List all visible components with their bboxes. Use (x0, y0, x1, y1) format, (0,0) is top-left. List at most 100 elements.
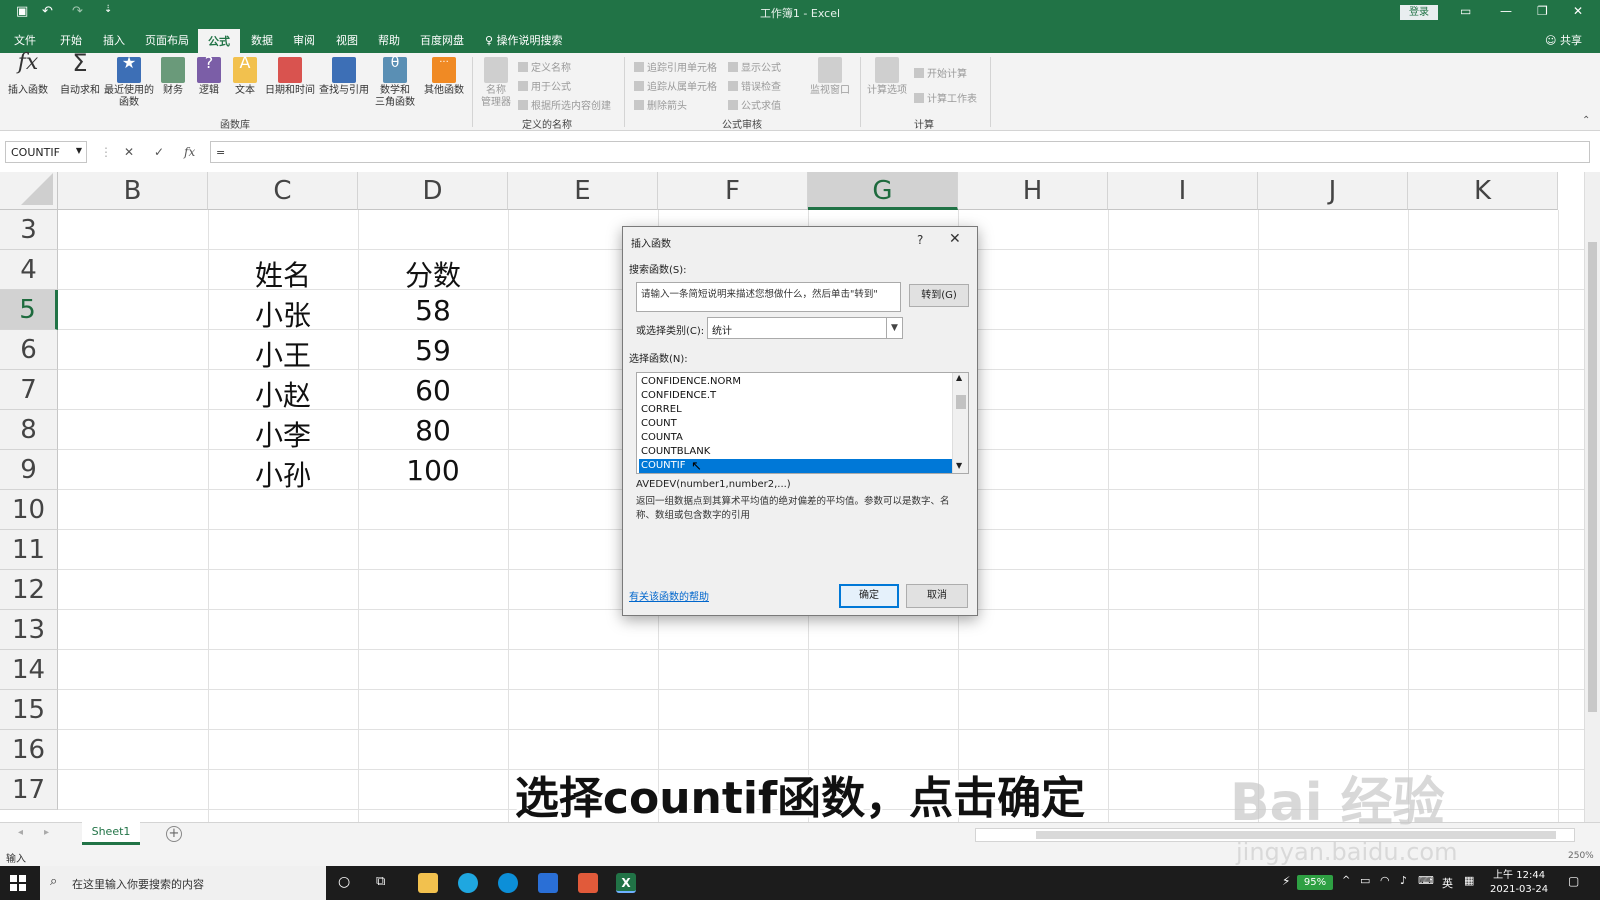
column-header-j[interactable]: J (1258, 172, 1408, 210)
office-icon[interactable] (578, 873, 598, 893)
cell-d4[interactable]: 分数 (358, 254, 508, 294)
tab-baidu-netdisk[interactable]: 百度网盘 (420, 32, 464, 48)
more-functions-button[interactable]: ··· 其他函数 (422, 57, 466, 97)
calculate-sheet-button[interactable]: 计算工作表 (914, 90, 977, 105)
cell-c5[interactable]: 小张 (208, 294, 358, 334)
vertical-scrollbar[interactable] (1584, 172, 1600, 822)
scroll-up-icon[interactable]: ▲ (956, 373, 962, 382)
column-header-e[interactable]: E (508, 172, 658, 210)
add-sheet-icon[interactable]: + (166, 826, 182, 842)
financial-button[interactable]: 财务 (158, 57, 188, 97)
date-time-button[interactable]: 日期和时间 (264, 57, 316, 97)
row-header-8[interactable]: 8 (0, 410, 58, 450)
autosum-button[interactable]: Σ 自动求和 (58, 51, 102, 97)
tab-file[interactable]: 文件 (14, 32, 36, 48)
tray-chevron-icon[interactable]: ^ (1342, 875, 1350, 886)
tab-formulas[interactable]: 公式 (198, 29, 240, 53)
tab-insert[interactable]: 插入 (103, 32, 125, 48)
category-select[interactable]: 统计 ▼ (707, 317, 903, 339)
tab-data[interactable]: 数据 (251, 32, 273, 48)
cell-d7[interactable]: 60 (358, 374, 508, 407)
ok-button[interactable]: 确定 (839, 584, 899, 608)
list-scroll-thumb[interactable] (956, 395, 966, 409)
row-header-16[interactable]: 16 (0, 730, 58, 770)
list-item[interactable]: COUNTA (639, 431, 952, 445)
row-header-6[interactable]: 6 (0, 330, 58, 370)
taskbar-clock[interactable]: 上午 12:44 2021-03-24 (1490, 869, 1548, 897)
logical-button[interactable]: ? 逻辑 (194, 55, 224, 97)
scroll-down-icon[interactable]: ▼ (956, 461, 962, 470)
cell-d8[interactable]: 80 (358, 414, 508, 447)
battery-icon[interactable]: ▭ (1360, 874, 1370, 887)
list-item-selected[interactable]: COUNTIF (639, 459, 952, 473)
search-function-input[interactable]: 请输入一条简短说明来描述您想做什么，然后单击"转到" (636, 282, 901, 312)
prev-sheet-icon[interactable]: ◂ (18, 827, 23, 838)
close-window-icon[interactable]: ✕ (1573, 4, 1583, 18)
show-formulas-button[interactable]: 显示公式 (728, 59, 781, 74)
cell-c8[interactable]: 小李 (208, 414, 358, 454)
list-item[interactable]: CORREL (639, 403, 952, 417)
task-view-icon[interactable]: ⧉ (376, 874, 385, 889)
define-name-button[interactable]: 定义名称 (518, 59, 571, 74)
trace-precedents-button[interactable]: 追踪引用单元格 (634, 59, 717, 74)
confirm-entry-icon[interactable]: ✓ (154, 145, 164, 159)
go-button[interactable]: 转到(G) (909, 284, 969, 307)
cell-d9[interactable]: 100 (358, 454, 508, 487)
list-item[interactable]: CONFIDENCE.NORM (639, 375, 952, 389)
battery-indicator[interactable]: 95% (1297, 875, 1333, 890)
error-checking-button[interactable]: 错误检查 (728, 78, 781, 93)
tab-review[interactable]: 审阅 (293, 32, 315, 48)
cell-c4[interactable]: 姓名 (208, 254, 358, 294)
notification-icon[interactable]: ▢ (1568, 874, 1579, 888)
sheet-tab-sheet1[interactable]: Sheet1 (82, 822, 140, 845)
cortana-icon[interactable]: ○ (338, 874, 350, 890)
text-button[interactable]: A 文本 (230, 55, 260, 97)
row-header-17[interactable]: 17 (0, 770, 58, 810)
row-header-11[interactable]: 11 (0, 530, 58, 570)
use-in-formula-button[interactable]: 用于公式 (518, 78, 571, 93)
cell-d6[interactable]: 59 (358, 334, 508, 367)
tab-help[interactable]: 帮助 (378, 32, 400, 48)
formula-input[interactable]: = (210, 141, 1590, 163)
tab-view[interactable]: 视图 (336, 32, 358, 48)
cell-c7[interactable]: 小赵 (208, 374, 358, 414)
file-explorer-icon[interactable] (418, 873, 438, 893)
column-header-f[interactable]: F (658, 172, 808, 210)
keyboard-icon[interactable]: ⌨ (1418, 874, 1434, 887)
list-scrollbar[interactable]: ▲ ▼ (952, 373, 968, 473)
zoom-level[interactable]: 250% (1568, 851, 1594, 861)
function-help-link[interactable]: 有关该函数的帮助 (629, 588, 709, 603)
recently-used-button[interactable]: ★ 最近使用的 函数 (102, 55, 156, 109)
login-button[interactable]: 登录 (1400, 5, 1438, 20)
ime-indicator[interactable]: 英 (1442, 875, 1453, 891)
next-sheet-icon[interactable]: ▸ (44, 827, 49, 838)
chevron-down-icon[interactable]: ▼ (886, 318, 902, 338)
column-header-b[interactable]: B (58, 172, 208, 210)
watch-window-button[interactable]: 监视窗口 (808, 57, 852, 97)
row-header-13[interactable]: 13 (0, 610, 58, 650)
volume-icon[interactable]: ♪ (1400, 874, 1407, 887)
cancel-entry-icon[interactable]: ✕ (124, 145, 134, 159)
row-header-10[interactable]: 10 (0, 490, 58, 530)
select-all-corner[interactable] (0, 172, 58, 210)
edge-icon[interactable] (498, 873, 518, 893)
browser-icon[interactable] (458, 873, 478, 893)
wifi-icon[interactable]: ◠ (1380, 874, 1390, 887)
cell-c6[interactable]: 小王 (208, 334, 358, 374)
tab-page-layout[interactable]: 页面布局 (145, 32, 189, 48)
column-header-c[interactable]: C (208, 172, 358, 210)
collapse-ribbon-icon[interactable]: ⌃ (1582, 115, 1590, 126)
ime-mode-icon[interactable]: ▦ (1464, 874, 1474, 887)
column-header-k[interactable]: K (1408, 172, 1558, 210)
tab-home[interactable]: 开始 (60, 32, 82, 48)
ribbon-display-icon[interactable]: ▭ (1460, 4, 1471, 18)
share-button[interactable]: ☺ 共享 (1545, 32, 1582, 48)
excel-taskbar-icon[interactable]: X (616, 873, 636, 893)
cell-d5[interactable]: 58 (358, 294, 508, 327)
row-header-9[interactable]: 9 (0, 450, 58, 490)
insert-function-icon[interactable]: fx (184, 145, 195, 159)
lookup-reference-button[interactable]: 查找与引用 (318, 57, 370, 97)
restore-icon[interactable]: ❐ (1537, 4, 1548, 18)
windows-start-icon[interactable] (10, 875, 26, 891)
name-manager-button[interactable]: 名称 管理器 (478, 57, 514, 109)
